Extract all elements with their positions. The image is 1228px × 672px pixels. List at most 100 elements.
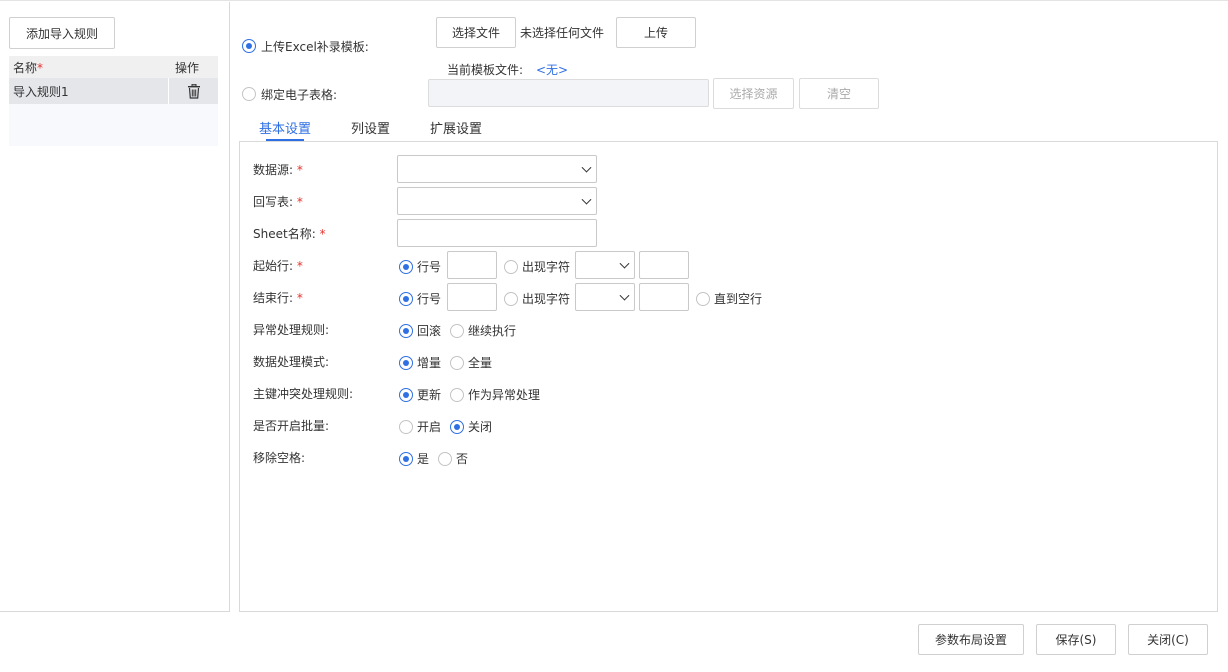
start-row-char-input[interactable]	[639, 251, 689, 279]
start-row-char-select[interactable]	[575, 251, 635, 279]
clear-button[interactable]: 清空	[799, 78, 879, 109]
radio[interactable]	[399, 259, 413, 274]
mode-full[interactable]: 全量	[450, 354, 492, 371]
radio[interactable]	[504, 259, 518, 274]
option-label: 回滚	[417, 324, 442, 338]
pk-as-exception[interactable]: 作为异常处理	[450, 386, 540, 403]
sheet-name-label: Sheet名称: *	[253, 225, 326, 242]
writeback-table-select[interactable]	[397, 187, 597, 215]
trim-spaces-label: 移除空格:	[253, 451, 306, 465]
end-row-label: 结束行: *	[253, 289, 303, 306]
radio[interactable]	[438, 451, 452, 466]
required-mark: *	[37, 60, 44, 75]
tab-extended-settings[interactable]: 扩展设置	[430, 118, 482, 137]
bind-sheet-radio[interactable]	[242, 87, 256, 101]
no-file-text: 未选择任何文件	[520, 26, 605, 40]
start-row-by-number[interactable]: 行号	[399, 258, 441, 275]
option-label: 增量	[417, 356, 442, 370]
tab-basic-settings[interactable]: 基本设置	[259, 118, 311, 137]
mode-incremental[interactable]: 增量	[399, 354, 441, 371]
radio[interactable]	[450, 323, 464, 338]
option-label: 开启	[417, 420, 442, 434]
add-import-rule-button[interactable]: 添加导入规则	[9, 17, 115, 49]
option-label: 继续执行	[468, 324, 517, 338]
option-label: 关闭	[468, 420, 493, 434]
table-row[interactable]: 导入规则1	[9, 78, 218, 104]
trash-icon[interactable]	[187, 83, 201, 99]
radio[interactable]	[399, 419, 413, 434]
radio[interactable]	[399, 355, 413, 370]
bind-sheet-label: 绑定电子表格:	[261, 88, 338, 102]
trim-yes[interactable]: 是	[399, 450, 429, 467]
chevron-down-icon	[619, 290, 630, 301]
radio[interactable]	[504, 291, 518, 306]
chevron-down-icon	[581, 194, 592, 205]
end-row-number-input[interactable]	[447, 283, 497, 311]
writeback-label: 回写表: *	[253, 193, 303, 210]
col-header-name: 名称*	[9, 59, 170, 76]
start-row-by-char[interactable]: 出现字符	[504, 258, 570, 275]
option-label: 直到空行	[714, 292, 763, 306]
close-button[interactable]: 关闭(C)	[1128, 624, 1208, 655]
sheet-name-input[interactable]	[397, 219, 597, 247]
datasource-select[interactable]	[397, 155, 597, 183]
radio[interactable]	[399, 291, 413, 306]
select-resource-button[interactable]: 选择资源	[713, 78, 794, 109]
sheet-resource-input	[428, 79, 709, 107]
start-row-label-text: 起始行:	[253, 259, 294, 273]
start-row-label: 起始行: *	[253, 257, 303, 274]
radio[interactable]	[450, 355, 464, 370]
rule-list-panel: 添加导入规则 名称* 操作 导入规则1	[0, 2, 230, 612]
process-mode-label: 数据处理模式:	[253, 355, 330, 369]
param-layout-button[interactable]: 参数布局设置	[918, 624, 1024, 655]
option-label: 否	[456, 452, 469, 466]
upload-button[interactable]: 上传	[616, 17, 696, 48]
radio[interactable]	[399, 451, 413, 466]
choose-file-button[interactable]: 选择文件	[436, 17, 516, 48]
tab-column-settings[interactable]: 列设置	[351, 118, 390, 137]
writeback-label-text: 回写表:	[253, 195, 294, 209]
end-row-label-text: 结束行:	[253, 291, 294, 305]
upload-excel-radio[interactable]	[242, 39, 256, 53]
option-label: 出现字符	[522, 260, 571, 274]
batch-label: 是否开启批量:	[253, 419, 330, 433]
radio[interactable]	[399, 323, 413, 338]
batch-enable[interactable]: 开启	[399, 418, 441, 435]
required-mark: *	[319, 227, 326, 241]
radio[interactable]	[450, 419, 464, 434]
option-label: 出现字符	[522, 292, 571, 306]
pk-conflict-label: 主键冲突处理规则:	[253, 387, 354, 401]
required-mark: *	[296, 195, 303, 209]
option-label: 全量	[468, 356, 493, 370]
option-label: 行号	[417, 260, 442, 274]
chevron-down-icon	[619, 258, 630, 269]
option-label: 行号	[417, 292, 442, 306]
delete-cell	[169, 78, 218, 104]
end-row-until-empty[interactable]: 直到空行	[696, 290, 762, 307]
end-row-char-input[interactable]	[639, 283, 689, 311]
pk-update[interactable]: 更新	[399, 386, 441, 403]
current-template-label: 当前模板文件:	[447, 63, 524, 77]
save-button[interactable]: 保存(S)	[1036, 624, 1116, 655]
radio[interactable]	[399, 387, 413, 402]
exception-continue[interactable]: 继续执行	[450, 322, 516, 339]
col-name-label: 名称	[13, 60, 38, 75]
end-row-char-select[interactable]	[575, 283, 635, 311]
required-mark: *	[296, 291, 303, 305]
chevron-down-icon	[581, 162, 592, 173]
exception-rollback[interactable]: 回滚	[399, 322, 441, 339]
end-row-by-char[interactable]: 出现字符	[504, 290, 570, 307]
option-label: 更新	[417, 388, 442, 402]
radio[interactable]	[696, 291, 710, 306]
datasource-label-text: 数据源:	[253, 163, 294, 177]
start-row-number-input[interactable]	[447, 251, 497, 279]
trim-no[interactable]: 否	[438, 450, 468, 467]
batch-disable[interactable]: 关闭	[450, 418, 492, 435]
end-row-by-number[interactable]: 行号	[399, 290, 441, 307]
datasource-label: 数据源: *	[253, 161, 303, 178]
upload-excel-label: 上传Excel补录模板:	[261, 40, 369, 54]
radio[interactable]	[450, 387, 464, 402]
rule-name-cell[interactable]: 导入规则1	[9, 78, 169, 104]
exception-rule-label: 异常处理规则:	[253, 323, 330, 337]
basic-settings-form	[239, 141, 1218, 612]
